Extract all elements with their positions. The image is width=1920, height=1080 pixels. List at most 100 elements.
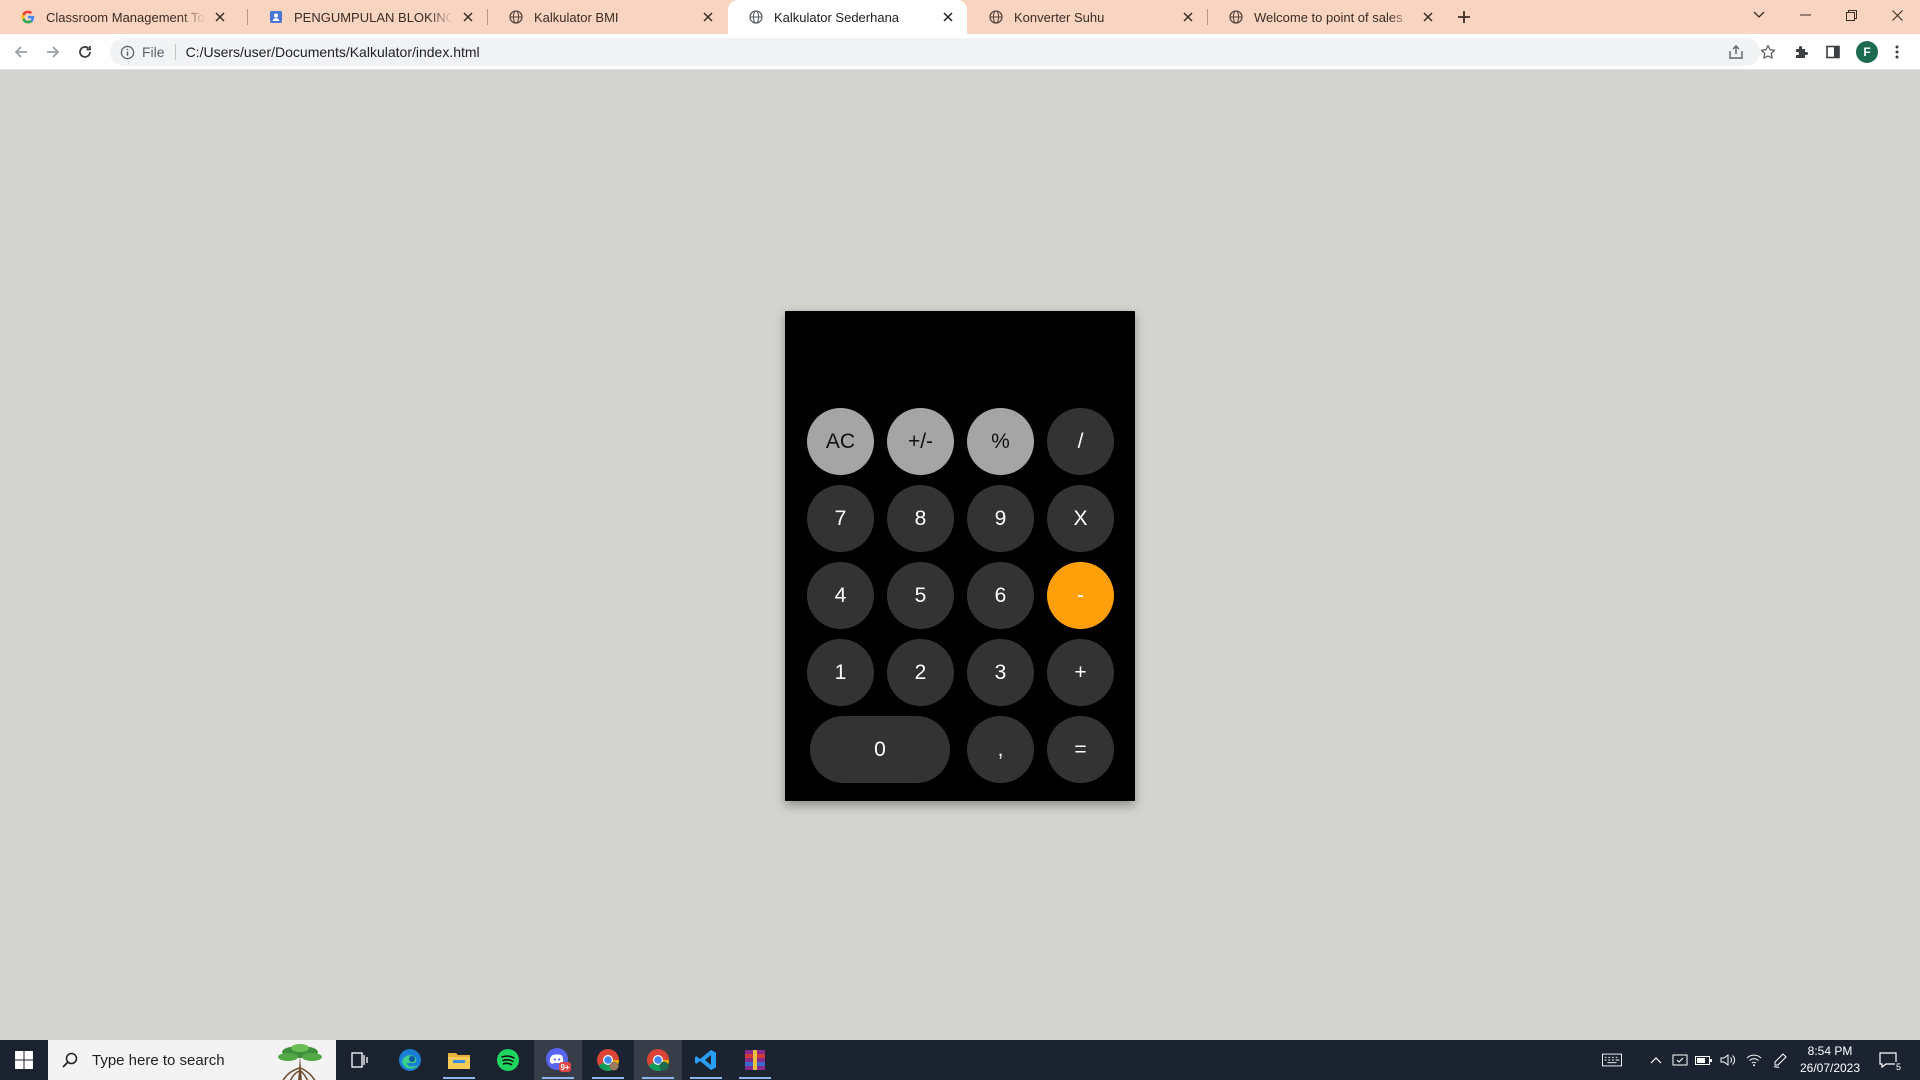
key-3[interactable]: 3 <box>967 639 1034 706</box>
taskbar-file-explorer[interactable] <box>435 1040 483 1080</box>
tab-kalkulator-sederhana[interactable]: Kalkulator Sederhana <box>728 0 967 34</box>
address-bar[interactable]: File C:/Users/user/Documents/Kalkulator/… <box>110 38 1776 66</box>
more-vertical-icon <box>1895 45 1899 59</box>
clock-date: 26/07/2023 <box>1799 1061 1861 1075</box>
close-icon[interactable] <box>699 8 717 26</box>
back-button[interactable] <box>8 39 34 65</box>
new-tab-button[interactable] <box>1452 5 1476 29</box>
key-toggle-sign[interactable]: +/- <box>887 408 954 475</box>
notification-center-button[interactable]: 5 <box>1876 1049 1902 1072</box>
clock-time: 8:54 PM <box>1807 1044 1853 1058</box>
tab-strip: Classroom Management Tools & PENGUMPULAN… <box>0 0 1920 34</box>
star-icon[interactable] <box>1758 42 1778 62</box>
start-button[interactable] <box>0 1040 48 1080</box>
tab-konverter-suhu[interactable]: Konverter Suhu <box>968 0 1207 34</box>
reload-button[interactable] <box>72 39 98 65</box>
calculator: AC +/- % / 7 8 9 X 4 5 6 - 1 2 3 + 0 , = <box>785 311 1135 801</box>
notification-count: 5 <box>1894 1062 1902 1072</box>
chrome-profile-icon <box>647 1049 669 1071</box>
arrow-right-icon <box>47 46 60 58</box>
key-1[interactable]: 1 <box>807 639 874 706</box>
forward-button[interactable] <box>40 39 66 65</box>
key-0[interactable]: 0 <box>810 716 950 783</box>
minimize-icon <box>1799 14 1811 16</box>
close-icon[interactable] <box>1419 8 1437 26</box>
taskbar: Type here to search 9+ 8:54 PM 26/07/202… <box>0 1040 1920 1080</box>
share-icon[interactable] <box>1726 42 1746 62</box>
key-8[interactable]: 8 <box>887 485 954 552</box>
taskbar-edge[interactable] <box>386 1040 434 1080</box>
close-icon[interactable] <box>1179 8 1197 26</box>
tab-classroom[interactable]: Classroom Management Tools & <box>0 0 239 34</box>
task-view-icon <box>351 1052 368 1068</box>
menu-button[interactable] <box>1884 39 1910 65</box>
url-scheme-label: File <box>142 44 165 60</box>
key-all-clear[interactable]: AC <box>807 408 874 475</box>
taskbar-discord[interactable]: 9+ <box>534 1040 582 1080</box>
key-9[interactable]: 9 <box>967 485 1034 552</box>
chevron-down-icon <box>1753 11 1765 18</box>
tab-pengumpulan[interactable]: PENGUMPULAN BLOKING SELASA <box>248 0 487 34</box>
key-6[interactable]: 6 <box>967 562 1034 629</box>
url-text[interactable]: C:/Users/user/Documents/Kalkulator/index… <box>186 44 480 60</box>
extensions-button[interactable] <box>1788 39 1814 65</box>
profile-avatar[interactable]: F <box>1856 41 1878 63</box>
volume-icon[interactable] <box>1718 1050 1738 1070</box>
side-panel-button[interactable] <box>1820 39 1846 65</box>
globe-icon <box>508 9 524 25</box>
close-window-button[interactable] <box>1874 0 1920 30</box>
close-icon[interactable] <box>939 8 957 26</box>
search-placeholder: Type here to search <box>92 1051 225 1069</box>
key-2[interactable]: 2 <box>887 639 954 706</box>
tab-title: Welcome to point of sales <box>1254 9 1403 25</box>
wifi-icon[interactable] <box>1744 1050 1764 1070</box>
restore-button[interactable] <box>1828 0 1874 30</box>
taskbar-chrome-profile[interactable] <box>634 1040 682 1080</box>
forms-icon <box>268 9 284 25</box>
tab-title: Konverter Suhu <box>1014 9 1105 25</box>
windows-icon <box>15 1051 33 1069</box>
key-subtract[interactable]: - <box>1047 562 1114 629</box>
key-4[interactable]: 4 <box>807 562 874 629</box>
globe-icon <box>748 9 764 25</box>
tab-title: Kalkulator Sederhana <box>774 9 900 25</box>
google-icon <box>20 9 36 25</box>
minimize-button[interactable] <box>1782 0 1828 30</box>
key-decimal-comma[interactable]: , <box>967 716 1034 783</box>
info-icon[interactable] <box>118 43 136 61</box>
taskbar-vscode[interactable] <box>682 1040 730 1080</box>
tab-kalkulator-bmi[interactable]: Kalkulator BMI <box>488 0 727 34</box>
plus-icon <box>1458 11 1470 23</box>
taskbar-winrar[interactable] <box>731 1040 779 1080</box>
keyboard-icon[interactable] <box>1602 1050 1622 1070</box>
tab-title: Classroom Management Tools & <box>46 9 205 25</box>
tab-title: PENGUMPULAN BLOKING SELASA <box>294 9 453 25</box>
key-divide[interactable]: / <box>1047 408 1114 475</box>
tab-point-of-sales[interactable]: Welcome to point of sales <box>1208 0 1447 34</box>
close-icon[interactable] <box>459 8 477 26</box>
key-percent[interactable]: % <box>967 408 1034 475</box>
system-clock[interactable]: 8:54 PM 26/07/2023 <box>1795 1043 1865 1077</box>
discord-badge: 9+ <box>560 1063 569 1072</box>
task-view-button[interactable] <box>336 1040 384 1080</box>
pen-icon[interactable] <box>1770 1050 1790 1070</box>
key-7[interactable]: 7 <box>807 485 874 552</box>
spotify-icon <box>497 1049 519 1071</box>
taskbar-spotify[interactable] <box>484 1040 532 1080</box>
close-icon[interactable] <box>211 8 229 26</box>
security-icon[interactable] <box>1670 1050 1690 1070</box>
reload-icon <box>79 46 91 58</box>
globe-icon <box>988 9 1004 25</box>
winrar-icon <box>745 1050 765 1070</box>
battery-icon[interactable] <box>1694 1050 1714 1070</box>
key-add[interactable]: + <box>1047 639 1114 706</box>
taskbar-search-box[interactable]: Type here to search <box>48 1040 336 1080</box>
taskbar-chrome[interactable] <box>584 1040 632 1080</box>
key-multiply[interactable]: X <box>1047 485 1114 552</box>
tab-title: Kalkulator BMI <box>534 9 619 25</box>
browser-toolbar: File C:/Users/user/Documents/Kalkulator/… <box>0 34 1920 70</box>
key-5[interactable]: 5 <box>887 562 954 629</box>
tab-search-button[interactable] <box>1736 0 1782 30</box>
chevron-up-icon[interactable] <box>1646 1050 1666 1070</box>
key-equals[interactable]: = <box>1047 716 1114 783</box>
